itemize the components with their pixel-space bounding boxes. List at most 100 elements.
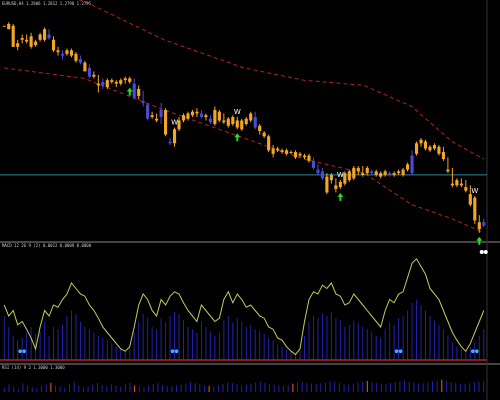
candle-body — [437, 146, 441, 154]
signal-dot — [470, 349, 475, 354]
candle-body — [65, 50, 69, 54]
w-marker: W — [471, 187, 478, 195]
candle-body — [137, 88, 141, 96]
candle-body — [87, 67, 91, 77]
candle-body — [329, 174, 333, 181]
candle-body — [20, 38, 24, 40]
candle-body — [293, 152, 298, 158]
candle-body — [473, 197, 477, 221]
candle-body — [356, 167, 360, 172]
candle-body — [334, 185, 338, 189]
candle-body — [123, 78, 127, 81]
candle-body — [267, 136, 271, 151]
candle-body — [432, 145, 437, 149]
oscillator-panel-header: MACD 12 26 9 (2) 0.0012 0.0009 0.0000 — [2, 243, 92, 248]
signal-dot — [22, 349, 26, 354]
candle-body — [181, 115, 186, 121]
candle-body — [423, 141, 428, 149]
candle-body — [365, 167, 369, 174]
candle-body — [262, 132, 266, 137]
candle-body — [374, 171, 378, 175]
candle-body — [101, 81, 105, 86]
candle-body — [83, 62, 87, 72]
candle-body — [477, 222, 481, 230]
candle-body — [110, 80, 114, 82]
candle-body — [222, 120, 226, 123]
candle-body — [199, 113, 203, 117]
candle-body — [280, 150, 284, 153]
price-panel-header: EURUSD,H4 1.2806 1.2812 1.2790 1.2795 — [2, 1, 92, 6]
candle-body — [320, 171, 324, 179]
candle-body — [43, 29, 47, 40]
candle-body — [414, 143, 419, 154]
candle-body — [69, 50, 74, 56]
candle-body — [105, 80, 109, 88]
candle-body — [146, 104, 150, 119]
candle-body — [406, 164, 410, 170]
candle-body — [128, 78, 132, 82]
candle-body — [195, 111, 199, 114]
signal-dot — [483, 250, 488, 254]
candle-body — [74, 53, 78, 61]
candle-body — [285, 150, 289, 154]
candle-body — [204, 115, 208, 117]
candle-body — [96, 83, 100, 86]
up-arrow-icon — [476, 236, 483, 245]
candle-body — [392, 173, 396, 175]
signal-dot — [170, 349, 175, 354]
candle-body — [150, 115, 154, 117]
candle-body — [428, 146, 432, 151]
candle-body — [258, 125, 262, 132]
candle-body — [289, 152, 293, 154]
candle-body — [370, 171, 374, 174]
up-arrow-icon — [126, 87, 133, 96]
candle-body — [311, 160, 316, 168]
candle-body — [450, 183, 454, 186]
candle-body — [132, 83, 136, 98]
signal-dot — [479, 250, 484, 254]
candle-body — [168, 141, 172, 144]
candle-body — [459, 183, 463, 186]
candle-body — [208, 118, 212, 123]
candle-body — [464, 187, 468, 191]
candle-body — [186, 113, 190, 119]
candle-body — [276, 148, 280, 151]
candle-body — [92, 74, 96, 77]
candle-body — [231, 116, 235, 124]
candle-body — [114, 81, 118, 84]
candle-body — [325, 176, 329, 193]
candle-body — [56, 50, 60, 53]
candle-body — [441, 152, 445, 160]
candle-body — [397, 171, 401, 174]
candle-body — [482, 222, 486, 226]
candle-body — [240, 120, 244, 130]
candle-body — [16, 43, 20, 47]
w-marker: W — [337, 171, 344, 179]
candle-body — [38, 34, 42, 40]
candle-body — [446, 169, 450, 172]
candle-body — [217, 111, 221, 121]
candle-body — [352, 167, 356, 179]
candle-body — [2, 25, 6, 27]
candle-body — [155, 118, 159, 121]
candle-body — [302, 155, 307, 158]
candle-body — [307, 155, 311, 161]
w-marker: W — [234, 108, 241, 116]
candle-body — [47, 34, 51, 39]
candle-body — [361, 173, 365, 175]
candle-body — [213, 109, 217, 124]
candle-body — [235, 120, 239, 128]
candle-body — [271, 148, 275, 154]
candle-body — [410, 155, 414, 174]
candle-body — [244, 118, 248, 124]
candle-body — [78, 59, 82, 63]
candle-body — [338, 181, 342, 188]
signal-dot — [174, 349, 179, 354]
signal-dot — [398, 349, 403, 354]
candle-body — [226, 118, 230, 126]
candle-body — [7, 24, 11, 30]
candle-body — [249, 113, 253, 121]
candle-body — [172, 129, 177, 144]
candle-body — [25, 39, 29, 42]
candle-body — [119, 80, 123, 84]
